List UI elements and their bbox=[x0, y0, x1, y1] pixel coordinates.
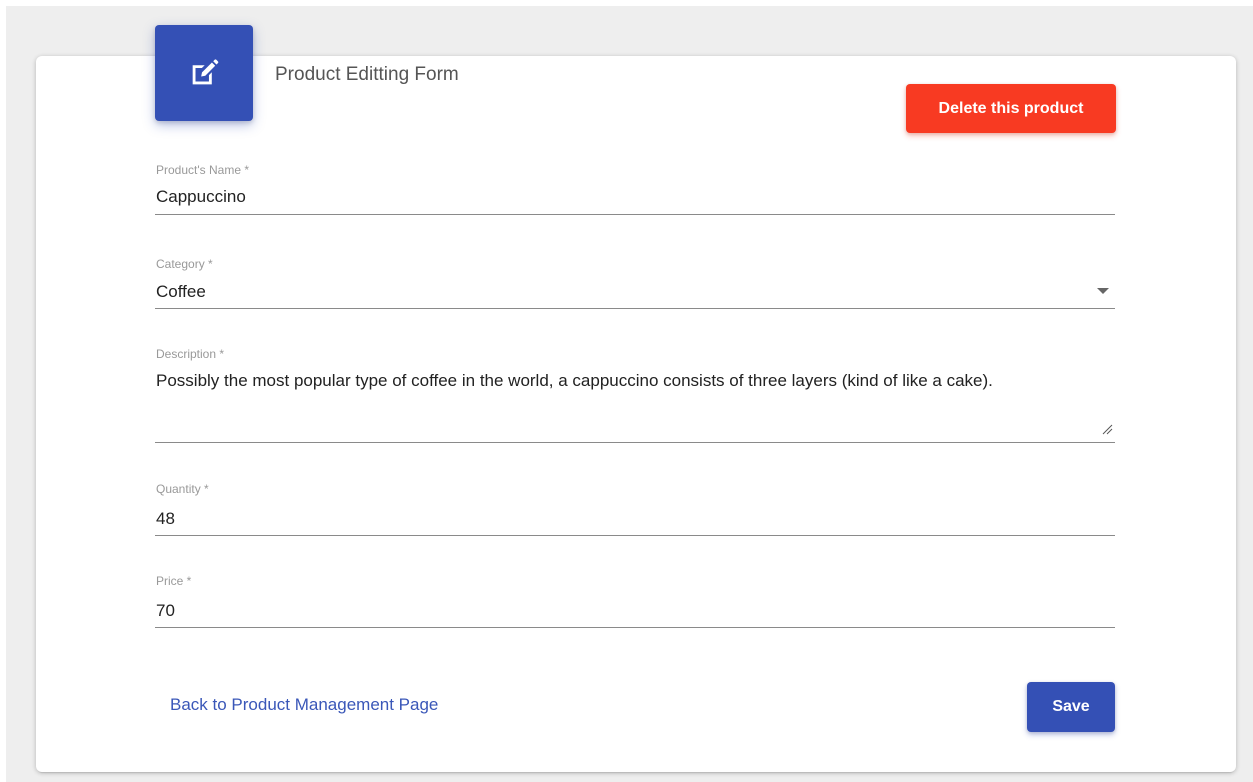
save-button[interactable]: Save bbox=[1027, 682, 1115, 732]
resize-handle-icon[interactable] bbox=[1101, 423, 1113, 435]
quantity-input[interactable]: 48 bbox=[156, 509, 175, 529]
category-underline bbox=[155, 308, 1115, 309]
description-textarea[interactable]: Possibly the most popular type of coffee… bbox=[156, 372, 1096, 389]
product-name-underline bbox=[155, 214, 1115, 215]
product-name-input[interactable]: Cappuccino bbox=[156, 187, 246, 207]
description-field[interactable]: Description * Possibly the most popular … bbox=[155, 347, 1115, 445]
price-label: Price * bbox=[156, 574, 192, 588]
quantity-field[interactable]: Quantity * 48 bbox=[155, 482, 1115, 538]
back-to-management-link[interactable]: Back to Product Management Page bbox=[170, 695, 438, 715]
description-label: Description * bbox=[156, 347, 225, 361]
category-selected-value[interactable]: Coffee bbox=[156, 282, 206, 302]
price-input[interactable]: 70 bbox=[156, 601, 175, 621]
quantity-label: Quantity * bbox=[156, 482, 209, 496]
product-name-field[interactable]: Product's Name * Cappuccino bbox=[155, 163, 1115, 217]
delete-product-button[interactable]: Delete this product bbox=[906, 84, 1116, 133]
category-select[interactable]: Category * Coffee bbox=[155, 257, 1115, 311]
edit-icon bbox=[192, 59, 219, 85]
category-label: Category * bbox=[156, 257, 213, 271]
quantity-underline bbox=[155, 535, 1115, 536]
form-title: Product Editting Form bbox=[275, 64, 459, 85]
dropdown-arrow-icon[interactable] bbox=[1097, 288, 1109, 294]
form-header-badge bbox=[155, 25, 253, 121]
product-name-label: Product's Name * bbox=[156, 163, 249, 177]
description-underline bbox=[155, 442, 1115, 443]
price-field[interactable]: Price * 70 bbox=[155, 574, 1115, 630]
price-underline bbox=[155, 627, 1115, 628]
